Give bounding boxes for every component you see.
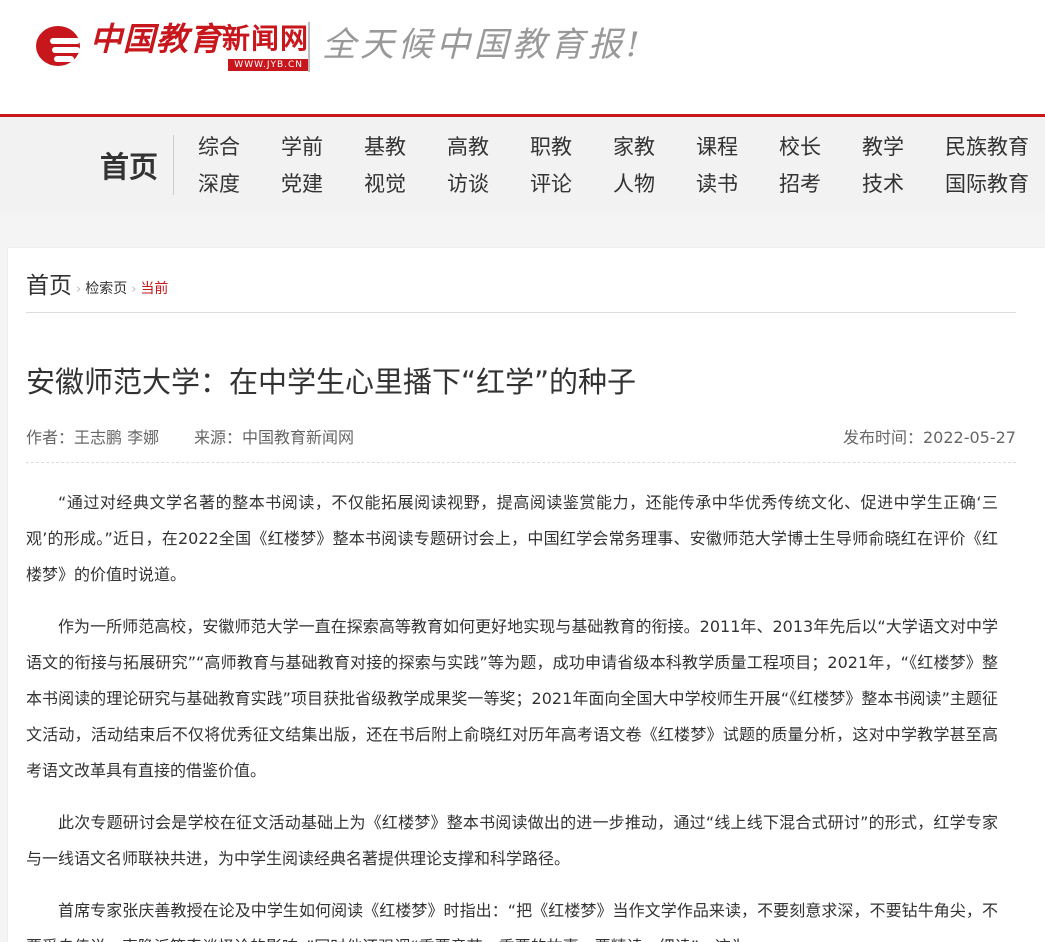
nav-item[interactable]: 职教 [530,129,613,166]
site-header: 中国教育 新闻网 WWW.JYB.CN 全天候中国教育报! [0,0,1045,114]
nav-item[interactable]: 技术 [862,166,945,203]
nav-home-link[interactable]: 首页 [100,149,158,185]
article-paragraph: 首席专家张庆善教授在论及中学生如何阅读《红楼梦》时指出：“把《红楼梦》当作文学作… [26,901,998,942]
nav-item[interactable]: 招考 [779,166,862,203]
breadcrumb-divider [26,312,1016,313]
breadcrumb-current: 当前 [140,281,169,297]
nav-item[interactable]: 校长 [779,129,862,166]
nav-item[interactable]: 学前 [281,129,364,166]
article-meta: 作者：王志鹏 李娜 来源：中国教育新闻网 发布时间：2022-05-27 [26,426,1016,450]
article-paragraph: 作为一所师范高校，安徽师范大学一直在探索高等教育如何更好地实现与基础教育的衔接。… [26,617,998,780]
nav-row-2: 深度 党建 视觉 访谈 评论 人物 读书 招考 技术 国际教育 [198,166,1045,203]
nav-item[interactable]: 国际教育 [945,166,1045,203]
nav-item[interactable]: 深度 [198,166,281,203]
nav-item[interactable]: 高教 [447,129,530,166]
site-slogan: 全天候中国教育报! [322,25,644,65]
nav-item[interactable]: 读书 [696,166,779,203]
nav-item[interactable]: 党建 [281,166,364,203]
nav-item[interactable]: 视觉 [364,166,447,203]
nav-item[interactable]: 家教 [613,129,696,166]
meta-divider [26,462,1016,463]
nav-item[interactable]: 教学 [862,129,945,166]
nav-item[interactable]: 民族教育 [945,129,1045,166]
article-date: 发布时间：2022-05-27 [843,428,1016,447]
chevron-right-icon: › [76,282,82,297]
logo-url: WWW.JYB.CN [228,59,310,71]
nav-item[interactable]: 基教 [364,129,447,166]
article-panel: 首页 › 检索页 › 当前 安徽师范大学：在中学生心里播下“红学”的种子 作者：… [7,247,1045,942]
logo-divider [308,22,310,72]
nav-separator [173,135,174,195]
nav-item[interactable]: 访谈 [447,166,530,203]
breadcrumb-home-link[interactable]: 首页 [26,266,72,300]
article-source: 来源：中国教育新闻网 [194,428,355,447]
breadcrumb-search-link[interactable]: 检索页 [85,278,127,298]
main-nav: 首页 综合 学前 基教 高教 职教 家教 课程 校长 教学 民族教育 深度 党建… [0,117,1045,215]
chevron-right-icon: › [131,282,137,297]
nav-item[interactable]: 评论 [530,166,613,203]
site-logo[interactable]: 中国教育 新闻网 WWW.JYB.CN [36,16,310,76]
nav-item[interactable]: 课程 [696,129,779,166]
article-paragraph: “通过对经典文学名著的整本书阅读，不仅能拓展阅读视野，提高阅读鉴赏能力，还能传承… [26,493,998,584]
logo-emblem-icon [36,24,84,68]
logo-brand: 中国教育 [90,20,223,58]
logo-site-name: 新闻网 [222,22,310,55]
article-body: “通过对经典文学名著的整本书阅读，不仅能拓展阅读视野，提高阅读鉴赏能力，还能传承… [26,485,998,942]
breadcrumb: 首页 › 检索页 › 当前 [26,266,169,299]
nav-item[interactable]: 人物 [613,166,696,203]
nav-row-1: 综合 学前 基教 高教 职教 家教 课程 校长 教学 民族教育 [198,129,1045,166]
article-author: 作者：王志鹏 李娜 [26,428,160,447]
article-paragraph: 此次专题研讨会是学校在征文活动基础上为《红楼梦》整本书阅读做出的进一步推动，通过… [26,813,998,868]
nav-category-grid: 综合 学前 基教 高教 职教 家教 课程 校长 教学 民族教育 深度 党建 视觉… [198,129,1045,203]
nav-item[interactable]: 综合 [198,129,281,166]
article-title: 安徽师范大学：在中学生心里播下“红学”的种子 [26,365,637,399]
